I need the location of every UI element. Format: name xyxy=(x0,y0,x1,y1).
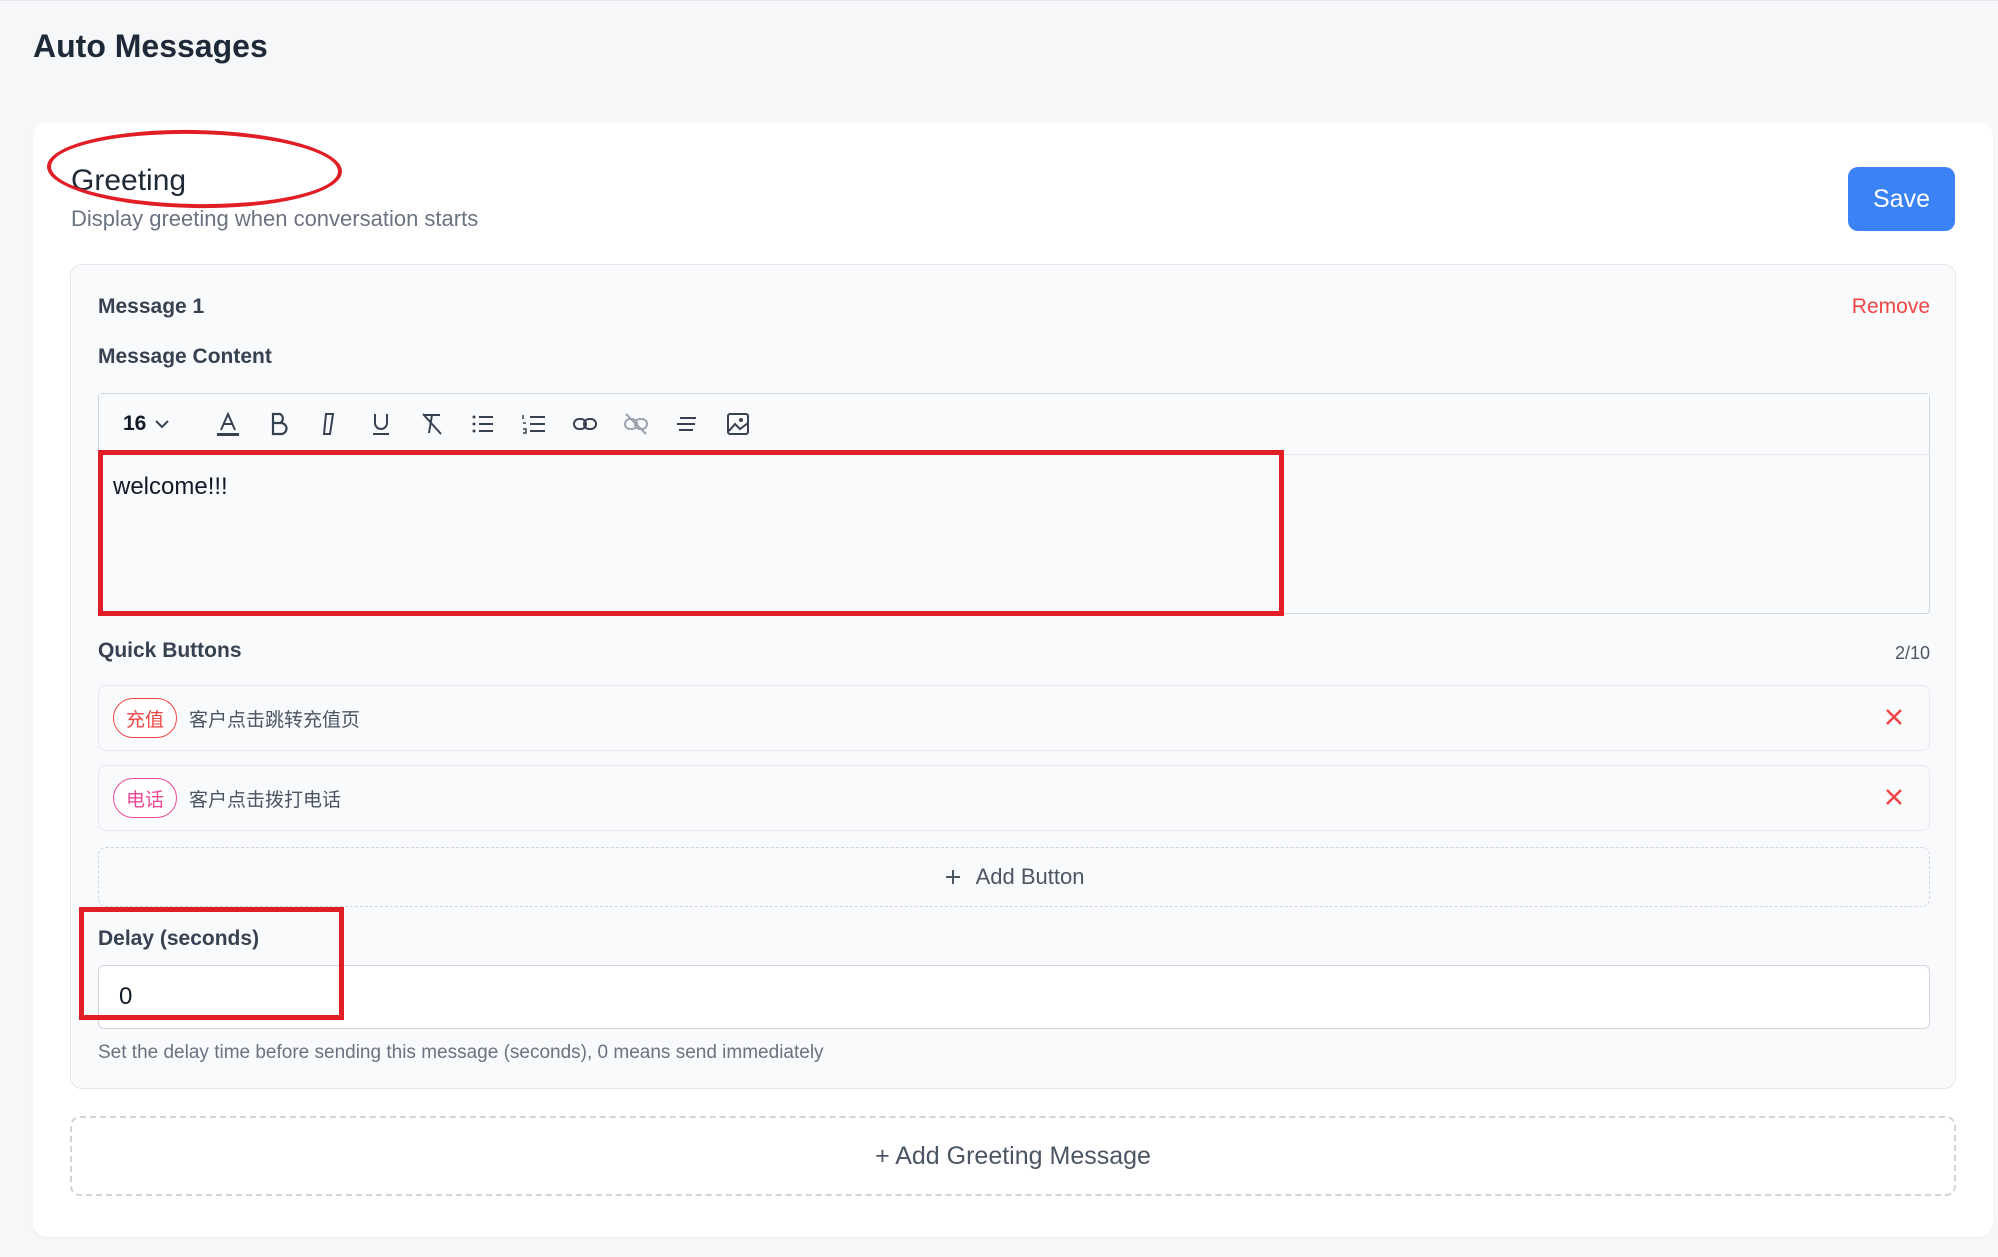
italic-button[interactable] xyxy=(304,404,355,444)
add-greeting-message-button[interactable]: + Add Greeting Message xyxy=(70,1116,1956,1196)
close-icon[interactable] xyxy=(1881,704,1907,730)
bullet-list-button[interactable] xyxy=(457,404,508,444)
image-button[interactable] xyxy=(712,404,763,444)
quick-buttons-count: 2/10 xyxy=(1894,643,1930,663)
align-button[interactable] xyxy=(661,404,712,444)
underline-button[interactable] xyxy=(355,404,406,444)
message-box: Message 1 Remove Message Content 16 welc… xyxy=(70,264,1956,1089)
top-border xyxy=(0,0,1998,1)
annotation-ellipse xyxy=(46,127,343,211)
unlink-button[interactable] xyxy=(610,404,661,444)
annotation-content-rect xyxy=(98,450,1284,616)
quick-button-item: 充值 客户点击跳转充值页 xyxy=(98,685,1930,751)
message-label: Message 1 xyxy=(98,295,205,318)
save-button[interactable]: Save xyxy=(1848,167,1955,231)
delay-input[interactable] xyxy=(98,965,1930,1029)
message-content-label: Message Content xyxy=(98,345,272,368)
align-icon xyxy=(676,417,696,431)
numbered-list-icon xyxy=(522,415,545,434)
add-button-button[interactable]: Add Button xyxy=(98,847,1930,907)
bold-icon xyxy=(271,412,288,436)
add-button-label: Add Button xyxy=(975,864,1085,889)
bold-button[interactable] xyxy=(253,404,304,444)
remove-button[interactable]: Remove xyxy=(1852,295,1930,319)
editor-toolbar: 16 xyxy=(99,394,1929,455)
clear-format-button[interactable] xyxy=(406,404,457,444)
quick-button-item: 电话 客户点击拨打电话 xyxy=(98,765,1930,831)
close-icon[interactable] xyxy=(1881,784,1907,810)
link-icon xyxy=(572,418,597,430)
unlink-icon xyxy=(623,413,648,435)
numbered-list-button[interactable] xyxy=(508,404,559,444)
font-color-icon xyxy=(216,411,239,436)
font-size-select[interactable]: 16 xyxy=(123,412,170,436)
section-subtitle: Display greeting when conversation start… xyxy=(71,206,479,231)
link-button[interactable] xyxy=(559,404,610,444)
font-color-button[interactable] xyxy=(202,404,253,444)
greeting-card: Greeting Display greeting when conversat… xyxy=(33,122,1993,1237)
delay-hint: Set the delay time before sending this m… xyxy=(98,1042,824,1063)
bullet-list-icon xyxy=(472,415,493,433)
clear-format-icon xyxy=(422,413,442,435)
italic-icon xyxy=(322,413,335,435)
annotation-delay-rect xyxy=(79,907,344,1020)
quick-button-tag[interactable]: 电话 xyxy=(113,778,178,818)
plus-icon xyxy=(945,870,960,884)
quick-button-tag[interactable]: 充值 xyxy=(113,698,178,738)
underline-icon xyxy=(372,414,389,435)
quick-button-description: 客户点击跳转充值页 xyxy=(189,709,361,731)
image-icon xyxy=(726,413,749,435)
page-title: Auto Messages xyxy=(33,28,268,64)
font-size-value: 16 xyxy=(123,412,147,435)
quick-buttons-label: Quick Buttons xyxy=(98,639,242,662)
chevron-down-icon xyxy=(155,420,170,429)
quick-button-description: 客户点击拨打电话 xyxy=(189,789,342,811)
